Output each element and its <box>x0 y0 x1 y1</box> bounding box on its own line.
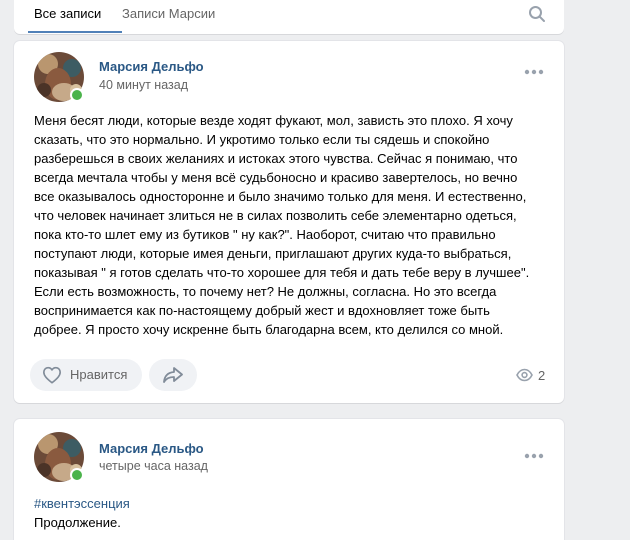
post-time[interactable]: четыре часа назад <box>99 459 208 473</box>
online-indicator <box>70 88 84 102</box>
share-button[interactable] <box>149 359 197 391</box>
eye-icon <box>516 368 533 387</box>
wall-post: Марсия Дельфо четыре часа назад #квентэс… <box>14 419 564 540</box>
post-text: Продолжение. <box>34 515 121 530</box>
post-author[interactable]: Марсия Дельфо <box>99 59 204 74</box>
tab-all-posts[interactable]: Все записи <box>34 6 101 21</box>
post-text: Меня бесят люди, которые везде ходят фук… <box>34 113 530 337</box>
tab-user-posts[interactable]: Записи Марсии <box>122 6 215 21</box>
heart-icon <box>42 366 62 389</box>
more-icon[interactable] <box>524 63 544 75</box>
active-tab-indicator <box>28 31 122 33</box>
like-button[interactable]: Нравится <box>30 359 142 391</box>
post-time[interactable]: 40 минут назад <box>99 78 188 92</box>
more-icon[interactable] <box>524 447 544 459</box>
like-label: Нравится <box>70 367 128 382</box>
share-icon <box>162 366 184 389</box>
post-hashtag[interactable]: #квентэссенция <box>34 496 130 511</box>
wall-post: Марсия Дельфо 40 минут назад Меня бесят … <box>14 41 564 403</box>
post-author[interactable]: Марсия Дельфо <box>99 441 204 456</box>
online-indicator <box>70 468 84 482</box>
views-count: 2 <box>538 368 546 383</box>
search-icon[interactable] <box>527 4 547 24</box>
wall-tabs: Все записи Записи Марсии <box>14 0 564 34</box>
